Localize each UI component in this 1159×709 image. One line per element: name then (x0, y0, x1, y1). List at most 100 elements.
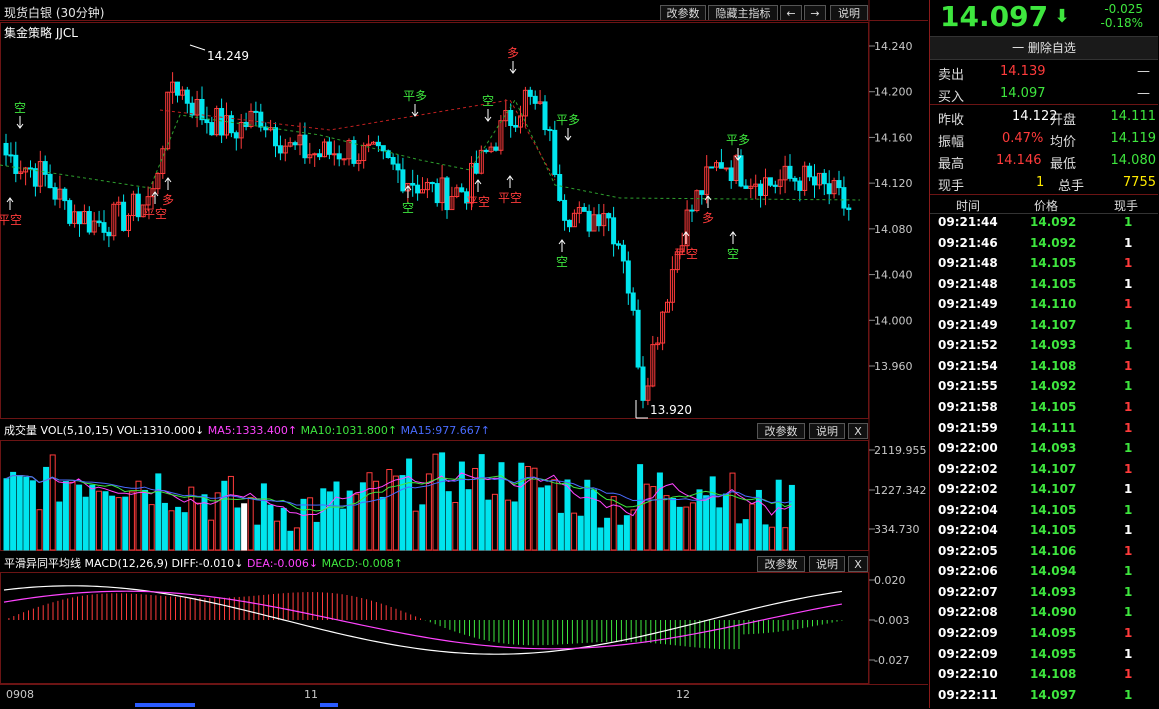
tick-row[interactable]: 09:21:59 14.111 1 (930, 419, 1159, 440)
horizontal-scrollbar-segment[interactable] (320, 703, 338, 707)
macd-chart[interactable]: 0.020 -0.003 -0.027 (0, 552, 928, 684)
volume-bar (736, 523, 743, 551)
candle-body (415, 184, 421, 194)
stats-row-amplitude: 振幅 0.47% 均价 14.119 (930, 129, 1159, 150)
tick-row[interactable]: 09:22:00 14.093 1 (930, 439, 1159, 460)
tick-time: 09:22:09 (938, 646, 998, 661)
tick-row[interactable]: 09:22:05 14.106 1 (930, 542, 1159, 563)
volume-bar (320, 488, 327, 551)
candle-body (326, 141, 332, 155)
tick-row[interactable]: 09:21:48 14.105 1 (930, 275, 1159, 296)
volume-bar (23, 476, 30, 551)
volume-bar (333, 481, 340, 551)
volume-bar (458, 461, 465, 551)
volume-bar (518, 462, 525, 551)
tick-row[interactable]: 09:21:49 14.107 1 (930, 316, 1159, 337)
tick-volume: 1 (1124, 646, 1133, 661)
low-label: 13.920 (650, 403, 692, 417)
tick-list[interactable]: 09:21:44 14.092 1 09:21:46 14.092 1 09:21:48 14… (930, 213, 1158, 708)
volume-bar (161, 502, 168, 551)
tick-row[interactable]: 09:22:02 14.107 1 (930, 460, 1159, 481)
volume-bar (346, 490, 353, 551)
tick-row[interactable]: 09:22:10 14.108 1 (930, 665, 1159, 686)
volume-bar (274, 520, 281, 551)
tick-volume: 1 (1124, 235, 1133, 250)
tick-row[interactable]: 09:21:55 14.092 1 (930, 377, 1159, 398)
volume-bar (557, 512, 564, 551)
tick-price: 14.095 (1030, 646, 1077, 661)
volume-bar (313, 521, 320, 551)
volume-bar (762, 524, 769, 551)
volume-bar (722, 493, 729, 551)
tick-time: 09:21:48 (938, 256, 998, 271)
tick-time: 09:21:55 (938, 379, 998, 394)
tick-row[interactable]: 09:21:58 14.105 1 (930, 398, 1159, 419)
volume-bar (670, 498, 677, 551)
candle-body (787, 165, 793, 179)
tick-row[interactable]: 09:21:44 14.092 1 (930, 213, 1159, 234)
macd-diff-line (3, 585, 842, 655)
candle-body (400, 169, 406, 192)
candle-body (527, 89, 533, 97)
candle-body (336, 153, 342, 160)
tick-row[interactable]: 09:22:04 14.105 1 (930, 501, 1159, 522)
volume-bar (122, 496, 129, 551)
candle-body (709, 166, 715, 169)
volume-bar (584, 479, 591, 551)
candle-body (723, 167, 729, 170)
tick-row[interactable]: 09:21:49 14.110 1 (930, 295, 1159, 316)
candle-body (8, 154, 14, 157)
volume-bar (577, 515, 584, 551)
tick-row[interactable]: 09:21:54 14.108 1 (930, 357, 1159, 378)
volume-bar (472, 467, 479, 551)
candle-body (67, 200, 73, 224)
tick-row[interactable]: 09:22:09 14.095 1 (930, 645, 1159, 666)
candle-body (562, 199, 568, 221)
candle-body (596, 214, 602, 227)
tick-row[interactable]: 09:21:52 14.093 1 (930, 336, 1159, 357)
tick-volume: 1 (1124, 626, 1133, 640)
volume-bar (109, 495, 116, 551)
tick-row[interactable]: 09:21:48 14.105 1 (930, 254, 1159, 275)
tick-row[interactable]: 09:22:06 14.094 1 (930, 562, 1159, 583)
candle-body (635, 309, 641, 368)
volume-bar (755, 489, 762, 551)
candle-body (121, 201, 127, 231)
tick-row[interactable]: 09:22:02 14.107 1 (930, 480, 1159, 501)
candle-body (493, 146, 499, 151)
bid-price: 14.097 (1000, 86, 1046, 101)
remove-watchlist-button[interactable]: 一 删除自选 (930, 36, 1158, 60)
candle-body (302, 134, 308, 159)
candle-body (459, 187, 465, 193)
tick-time: 09:22:09 (938, 626, 998, 640)
tick-row[interactable]: 09:22:04 14.105 1 (930, 521, 1159, 542)
volume-bar (221, 480, 228, 551)
volume-bar (115, 497, 122, 551)
stat-label: 最低 (1050, 157, 1077, 172)
candle-body (204, 119, 210, 124)
horizontal-scrollbar[interactable] (135, 703, 195, 707)
candle-body (86, 211, 92, 233)
candle-body (792, 177, 798, 182)
volume-bar (643, 483, 650, 551)
tick-time: 09:22:00 (938, 441, 998, 456)
tick-price: 14.092 (1030, 379, 1077, 394)
stat-label: 开盘 (1050, 113, 1077, 128)
tick-row[interactable]: 09:22:08 14.090 1 (930, 603, 1159, 624)
signal-label: 多 (702, 211, 714, 225)
tick-price: 14.092 (1030, 235, 1077, 250)
volume-chart[interactable]: 2119.955 1227.342 334.730 (0, 420, 928, 552)
price-tick-label: 14.040 (874, 269, 913, 282)
tick-row[interactable]: 09:22:11 14.097 1 (930, 686, 1159, 707)
tick-row[interactable]: 09:21:46 14.092 1 (930, 234, 1159, 255)
ask-price: 14.139 (1000, 64, 1046, 79)
volume-bar (742, 519, 749, 551)
stat-value: 14.146 (996, 153, 1042, 168)
candle-body (77, 211, 82, 225)
tick-volume: 1 (1124, 379, 1133, 394)
candlestick-chart[interactable]: 14.240 14.200 14.160 14.120 14.080 14.040 14.0… (0, 0, 928, 420)
tick-row[interactable]: 09:22:09 14.095 1 (930, 624, 1159, 645)
tick-row[interactable]: 09:22:07 14.093 1 (930, 583, 1159, 604)
candle-body (552, 129, 558, 176)
candle-body (390, 157, 396, 165)
